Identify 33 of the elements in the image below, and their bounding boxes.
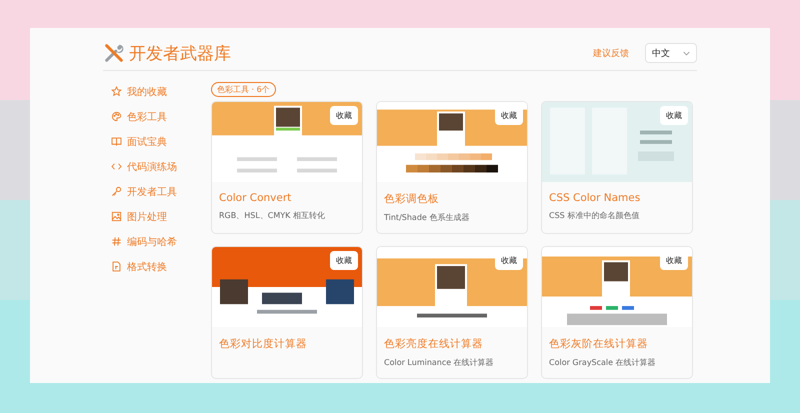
card-description: Color GrayScale 在线计算器 bbox=[549, 357, 657, 368]
card-description: CSS 标准中的命名颜色值 bbox=[549, 210, 640, 221]
chevron-icon bbox=[683, 50, 690, 56]
card-title: Color Convert bbox=[219, 192, 292, 204]
tool-card[interactable]: 收藏 色彩灰阶在线计算器 Color GrayScale 在线计算器 bbox=[541, 246, 693, 379]
card-title: 色彩对比度计算器 bbox=[219, 337, 308, 351]
image-icon bbox=[111, 211, 122, 222]
key-icon bbox=[111, 186, 122, 197]
favorite-button[interactable]: 收藏 bbox=[660, 106, 688, 125]
book-icon bbox=[111, 136, 122, 147]
card-title: 色彩调色板 bbox=[384, 192, 440, 206]
favorite-button[interactable]: 收藏 bbox=[330, 106, 358, 125]
card-title: 色彩灰阶在线计算器 bbox=[549, 337, 649, 351]
tool-card[interactable]: 收藏 Color Convert RGB、HSL、CMYK 相互转化 bbox=[211, 101, 363, 234]
favorite-button[interactable]: 收藏 bbox=[330, 251, 358, 270]
card-title: CSS Color Names bbox=[549, 192, 642, 204]
category-badge: 色彩工具 · 6个 bbox=[211, 82, 276, 97]
tool-card[interactable]: 收藏 色彩对比度计算器 bbox=[211, 246, 363, 379]
hash-icon bbox=[111, 236, 122, 247]
star-icon bbox=[111, 86, 122, 97]
file-icon bbox=[111, 261, 122, 272]
card-description: RGB、HSL、CMYK 相互转化 bbox=[219, 210, 326, 221]
tool-card[interactable]: 收藏 色彩亮度在线计算器 Color Luminance 在线计算器 bbox=[376, 246, 528, 379]
card-description: Tint/Shade 色系生成器 bbox=[384, 212, 470, 223]
tools-icon bbox=[103, 42, 125, 64]
card-description: Color Luminance 在线计算器 bbox=[384, 357, 495, 368]
palette-icon bbox=[111, 111, 122, 122]
tool-card[interactable]: 收藏 CSS Color Names CSS 标准中的命名颜色值 bbox=[541, 101, 693, 234]
tool-card[interactable]: 收藏 色彩调色板 Tint/Shade 色系生成器 bbox=[376, 101, 528, 234]
card-title: 色彩亮度在线计算器 bbox=[384, 337, 484, 351]
code-icon bbox=[111, 161, 122, 172]
site-title: 开发者武器库 bbox=[129, 42, 231, 64]
language-select[interactable]: 中文 bbox=[645, 43, 697, 63]
